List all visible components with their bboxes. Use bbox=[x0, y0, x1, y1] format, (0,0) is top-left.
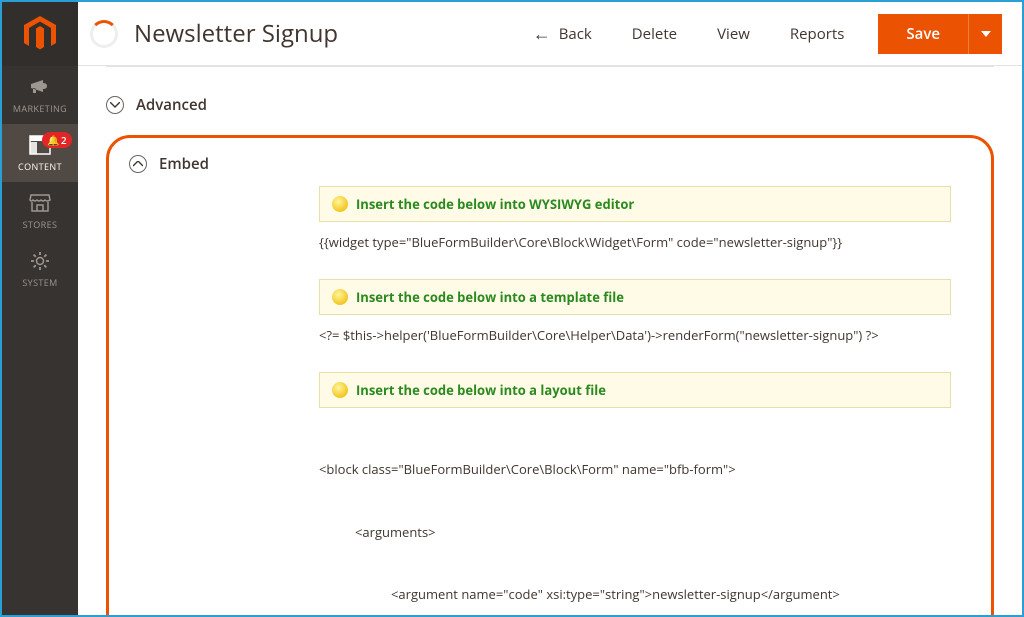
hint-text: Insert the code below into WYSIWYG edito… bbox=[356, 195, 634, 213]
save-button-group: Save bbox=[878, 14, 1002, 54]
page-title: Newsletter Signup bbox=[134, 17, 338, 50]
magento-logo-icon bbox=[24, 16, 56, 52]
admin-sidebar: MARKETING CONTENT 🔔 2 STORES SYSTEM bbox=[2, 2, 78, 615]
embed-highlight-box: Embed Insert the code below into WYSIWYG… bbox=[106, 135, 994, 615]
main-area: Newsletter Signup ← Back Delete View Rep… bbox=[78, 2, 1022, 615]
chevron-down-icon bbox=[106, 96, 124, 114]
store-icon bbox=[28, 192, 52, 214]
section-advanced-toggle[interactable]: Advanced bbox=[106, 85, 994, 125]
hint-template: Insert the code below into a template fi… bbox=[319, 279, 951, 315]
nav-label: MARKETING bbox=[13, 102, 67, 115]
back-button-label: Back bbox=[559, 24, 592, 44]
chevron-up-icon bbox=[129, 155, 147, 173]
save-dropdown-toggle[interactable] bbox=[968, 14, 1002, 54]
embed-content: Insert the code below into WYSIWYG edito… bbox=[129, 186, 971, 615]
code-layout[interactable]: <block class="BlueFormBuilder\Core\Block… bbox=[319, 418, 951, 615]
delete-button[interactable]: Delete bbox=[618, 16, 691, 52]
nav-label: CONTENT bbox=[18, 160, 62, 173]
lightbulb-icon bbox=[332, 196, 348, 212]
nav-marketing[interactable]: MARKETING bbox=[2, 66, 78, 124]
arrow-left-icon: ← bbox=[533, 22, 551, 46]
chevron-down-icon bbox=[981, 31, 991, 37]
back-button[interactable]: ← Back bbox=[519, 14, 606, 54]
notification-badge[interactable]: 🔔 2 bbox=[42, 132, 72, 148]
hint-text: Insert the code below into a layout file bbox=[356, 381, 606, 399]
loading-spinner-icon bbox=[90, 20, 118, 48]
hint-wysiwyg: Insert the code below into WYSIWYG edito… bbox=[319, 186, 951, 222]
divider bbox=[106, 66, 994, 67]
nav-label: SYSTEM bbox=[22, 276, 57, 289]
code-line: <arguments> bbox=[319, 522, 951, 543]
section-embed-toggle[interactable]: Embed bbox=[129, 154, 971, 180]
lightbulb-icon bbox=[332, 289, 348, 305]
megaphone-icon bbox=[28, 76, 52, 98]
page-header: Newsletter Signup ← Back Delete View Rep… bbox=[78, 2, 1022, 66]
code-template[interactable]: <?= $this->helper('BlueFormBuilder\Core\… bbox=[319, 325, 951, 346]
section-embed-label: Embed bbox=[159, 154, 209, 174]
badge-count: 2 bbox=[61, 133, 67, 147]
magento-logo[interactable] bbox=[2, 2, 78, 66]
section-advanced-label: Advanced bbox=[136, 95, 207, 115]
bell-icon: 🔔 bbox=[47, 133, 60, 147]
code-line: <argument name="code" xsi:type="string">… bbox=[319, 584, 951, 605]
nav-system[interactable]: SYSTEM bbox=[2, 240, 78, 298]
code-wysiwyg[interactable]: {{widget type="BlueFormBuilder\Core\Bloc… bbox=[319, 232, 951, 253]
view-button[interactable]: View bbox=[703, 16, 764, 52]
nav-stores[interactable]: STORES bbox=[2, 182, 78, 240]
content-area: Advanced Embed Insert the code below int… bbox=[78, 66, 1022, 615]
gear-icon bbox=[28, 250, 52, 272]
hint-text: Insert the code below into a template fi… bbox=[356, 288, 624, 306]
nav-content[interactable]: CONTENT 🔔 2 bbox=[2, 124, 78, 182]
app-frame: { "header": { "title": "Newsletter Signu… bbox=[0, 0, 1024, 617]
lightbulb-icon bbox=[332, 382, 348, 398]
hint-layout: Insert the code below into a layout file bbox=[319, 372, 951, 408]
code-line: <block class="BlueFormBuilder\Core\Block… bbox=[319, 459, 951, 480]
reports-button[interactable]: Reports bbox=[776, 16, 859, 52]
nav-label: STORES bbox=[23, 218, 58, 231]
save-button[interactable]: Save bbox=[878, 14, 968, 54]
